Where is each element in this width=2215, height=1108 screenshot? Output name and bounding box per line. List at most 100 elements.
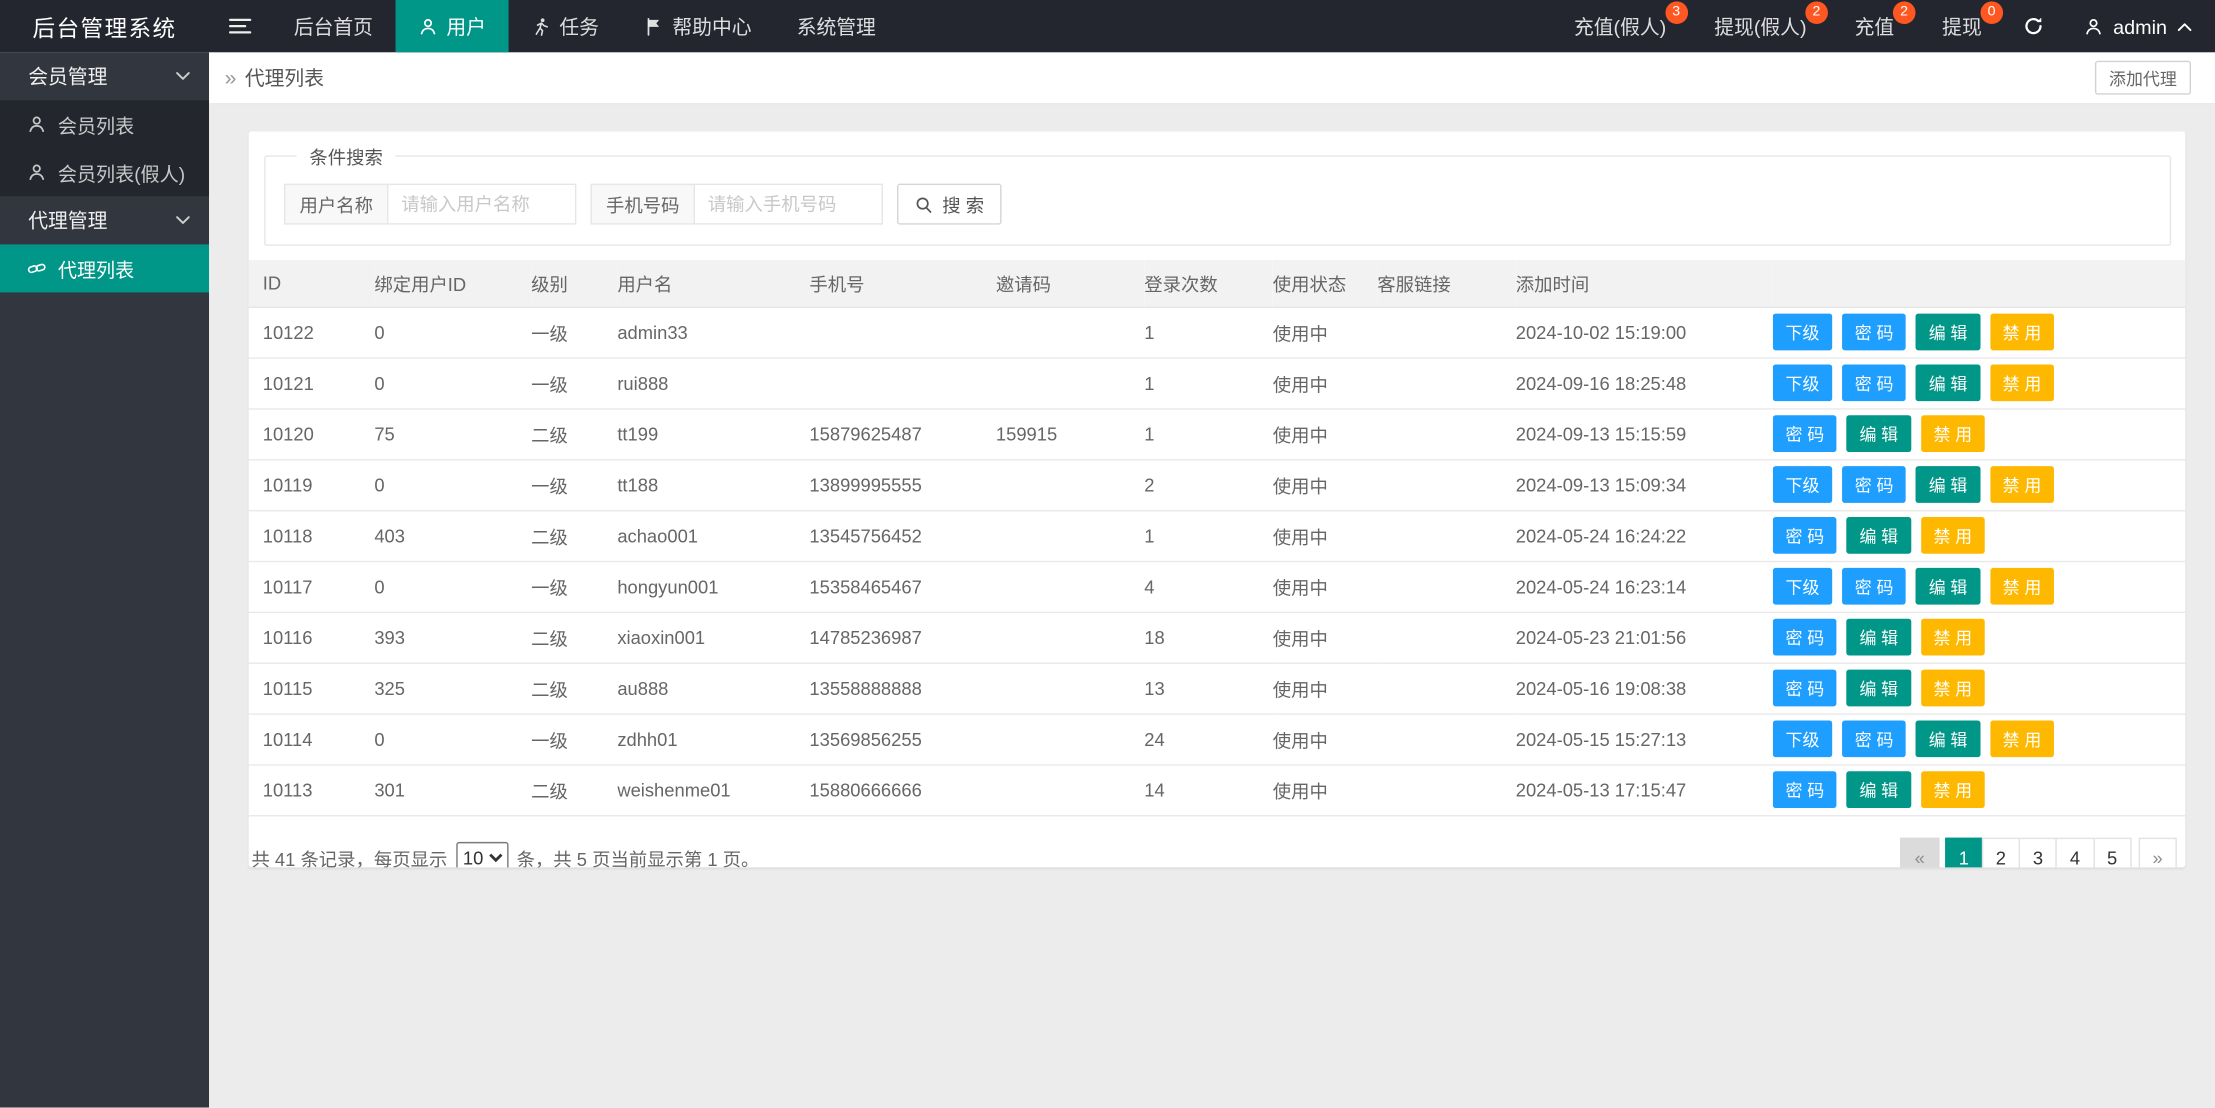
- password-button[interactable]: 密 码: [1773, 771, 1837, 808]
- topnav-item-home[interactable]: 后台首页: [271, 0, 395, 52]
- edit-button[interactable]: 编 辑: [1847, 517, 1911, 554]
- cell-status: 使用中: [1273, 307, 1378, 358]
- records-summary-prefix: 共 41 条记录，每页显示: [251, 844, 447, 867]
- cell-phone: [809, 357, 995, 408]
- pagination-next-button[interactable]: »: [2138, 837, 2176, 867]
- topnav-item-label: 用户: [446, 12, 486, 40]
- user-menu[interactable]: admin: [2061, 0, 2215, 52]
- sidebar-group-children: 会员列表会员列表(假人): [0, 100, 209, 196]
- edit-button[interactable]: 编 辑: [1847, 771, 1911, 808]
- edit-button[interactable]: 编 辑: [1916, 466, 1980, 503]
- cell-bound_user_id: 0: [374, 561, 531, 612]
- topnav-right: 充值(假人)3提现(假人)2充值2提现0 admin: [1550, 0, 2215, 52]
- cell-status: 使用中: [1273, 663, 1378, 714]
- cell-status: 使用中: [1273, 408, 1378, 459]
- edit-button[interactable]: 编 辑: [1847, 670, 1911, 707]
- password-button[interactable]: 密 码: [1773, 517, 1837, 554]
- username-input[interactable]: [388, 184, 576, 225]
- sidebar-item-member-list[interactable]: 会员列表: [0, 100, 209, 148]
- disable-button[interactable]: 禁 用: [1990, 568, 2054, 605]
- column-header: 登录次数: [1144, 260, 1273, 307]
- sidebar-item-label: 会员列表(假人): [58, 158, 185, 186]
- edit-button[interactable]: 编 辑: [1916, 568, 1980, 605]
- password-button[interactable]: 密 码: [1773, 619, 1837, 656]
- refresh-button[interactable]: [2006, 0, 2061, 52]
- password-button[interactable]: 密 码: [1773, 415, 1837, 452]
- pagination-page-2[interactable]: 2: [1982, 837, 2020, 867]
- cell-actions: 下级密 码编 辑禁 用: [1773, 307, 2185, 358]
- disable-button[interactable]: 禁 用: [1921, 619, 1985, 656]
- topnav-item-user[interactable]: 用户: [396, 0, 509, 52]
- withdraw-fake-menu-item[interactable]: 提现(假人)2: [1690, 0, 1830, 52]
- cell-username: rui888: [617, 357, 809, 408]
- password-button[interactable]: 密 码: [1842, 364, 1906, 401]
- disable-button[interactable]: 禁 用: [1921, 415, 1985, 452]
- disable-button[interactable]: 禁 用: [1990, 466, 2054, 503]
- password-button[interactable]: 密 码: [1842, 720, 1906, 757]
- pagination-prev-button[interactable]: «: [1900, 837, 1938, 867]
- cell-service_link: [1377, 357, 1515, 408]
- sidebar-item-agent-list[interactable]: 代理列表: [0, 244, 209, 292]
- topnav-item-system[interactable]: 系统管理: [774, 0, 898, 52]
- table-row: 101210一级rui8881使用中2024-09-16 18:25:48下级密…: [249, 357, 2186, 408]
- topnav-item-task[interactable]: 任务: [509, 0, 622, 52]
- sidebar-group-agent-mgmt[interactable]: 代理管理: [0, 196, 209, 244]
- cell-bound_user_id: 403: [374, 510, 531, 561]
- disable-button[interactable]: 禁 用: [1921, 517, 1985, 554]
- password-button[interactable]: 密 码: [1773, 670, 1837, 707]
- edit-button[interactable]: 编 辑: [1847, 415, 1911, 452]
- topnav-menu: 后台首页 用户任务帮助中心系统管理: [271, 0, 898, 52]
- hamburger-button[interactable]: [209, 0, 271, 52]
- pagination-page-5[interactable]: 5: [2093, 837, 2131, 867]
- sidebar-group-member-mgmt[interactable]: 会员管理: [0, 52, 209, 100]
- disable-button[interactable]: 禁 用: [1990, 364, 2054, 401]
- cell-id: 10114: [249, 713, 375, 764]
- edit-button[interactable]: 编 辑: [1916, 720, 1980, 757]
- user-icon: [27, 162, 47, 182]
- sidebar-item-member-list-fake[interactable]: 会员列表(假人): [0, 148, 209, 196]
- sub-agents-button[interactable]: 下级: [1773, 568, 1832, 605]
- sub-agents-button[interactable]: 下级: [1773, 720, 1832, 757]
- chevron-up-icon: [2177, 20, 2193, 31]
- cell-login_count: 1: [1144, 408, 1273, 459]
- pagination-page-1[interactable]: 1: [1945, 837, 1983, 867]
- disable-button[interactable]: 禁 用: [1921, 771, 1985, 808]
- edit-button[interactable]: 编 辑: [1847, 619, 1911, 656]
- sub-agents-button[interactable]: 下级: [1773, 466, 1832, 503]
- pagination-page-3[interactable]: 3: [2019, 837, 2057, 867]
- table-row: 10116393二级xiaoxin0011478523698718使用中2024…: [249, 612, 2186, 663]
- phone-input[interactable]: [695, 184, 883, 225]
- recharge-fake-menu-item[interactable]: 充值(假人)3: [1550, 0, 1690, 52]
- cell-login_count: 13: [1144, 663, 1273, 714]
- cell-bound_user_id: 75: [374, 408, 531, 459]
- sub-agents-button[interactable]: 下级: [1773, 314, 1832, 351]
- recharge-menu-item[interactable]: 充值2: [1831, 0, 1919, 52]
- sub-agents-button[interactable]: 下级: [1773, 364, 1832, 401]
- withdraw-menu-item[interactable]: 提现0: [1918, 0, 2006, 52]
- edit-button[interactable]: 编 辑: [1916, 314, 1980, 351]
- breadcrumb-arrow-icon: »: [225, 66, 237, 90]
- user-avatar-icon: [2083, 16, 2103, 36]
- password-button[interactable]: 密 码: [1842, 568, 1906, 605]
- cell-username: admin33: [617, 307, 809, 358]
- cell-service_link: [1377, 663, 1515, 714]
- cell-invite_code: 159915: [996, 408, 1144, 459]
- disable-button[interactable]: 禁 用: [1921, 670, 1985, 707]
- disable-button[interactable]: 禁 用: [1990, 314, 2054, 351]
- topnav-item-help[interactable]: 帮助中心: [622, 0, 775, 52]
- search-button[interactable]: 搜 索: [897, 184, 1001, 225]
- password-button[interactable]: 密 码: [1842, 314, 1906, 351]
- notice-items: 充值(假人)3提现(假人)2充值2提现0: [1550, 0, 2006, 52]
- cell-id: 10118: [249, 510, 375, 561]
- add-agent-button[interactable]: 添加代理: [2095, 61, 2191, 95]
- page-title: 代理列表: [245, 64, 324, 92]
- cell-actions: 密 码编 辑禁 用: [1773, 510, 2185, 561]
- edit-button[interactable]: 编 辑: [1916, 364, 1980, 401]
- cell-level: 一级: [531, 459, 617, 510]
- cell-actions: 密 码编 辑禁 用: [1773, 663, 2185, 714]
- sidebar-item-label: 会员列表: [58, 110, 134, 138]
- disable-button[interactable]: 禁 用: [1990, 720, 2054, 757]
- password-button[interactable]: 密 码: [1842, 466, 1906, 503]
- page-size-select[interactable]: 10: [456, 842, 508, 867]
- pagination-page-4[interactable]: 4: [2056, 837, 2094, 867]
